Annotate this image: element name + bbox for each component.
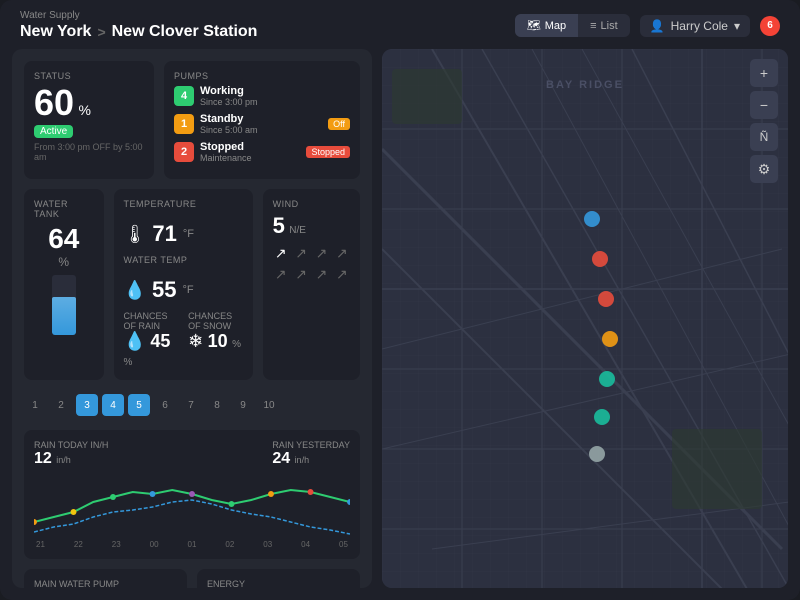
pump-working-info: Working Since 3:00 pm bbox=[200, 85, 258, 107]
map-icon: 🗺 bbox=[527, 19, 541, 32]
snow-chance: CHANCES OF SNOW ❄ 10 % bbox=[188, 311, 243, 370]
list-view-button[interactable]: ≡ List bbox=[578, 14, 630, 37]
rain-chart-svg bbox=[34, 472, 350, 542]
notification-badge[interactable]: 6 bbox=[760, 16, 780, 36]
wind-card: WIND 5 N/E ↗ ↗ ↗ ↗ ↗ ↗ ↗ ↗ bbox=[263, 189, 360, 380]
user-menu[interactable]: 👤 Harry Cole ▾ bbox=[640, 15, 750, 37]
pump-working-count: 4 bbox=[174, 86, 194, 106]
settings-map-button[interactable]: ⚙ bbox=[750, 155, 778, 183]
pump-stopped-badge: Stopped bbox=[306, 146, 350, 158]
map-view-button[interactable]: 🗺 Map bbox=[515, 14, 578, 37]
temp-row: 🌡 71 °F bbox=[124, 221, 243, 247]
pump-standby-row: 1 Standby Since 5:00 am Off bbox=[174, 113, 350, 135]
pump-standby-info: Standby Since 5:00 am bbox=[200, 113, 258, 135]
user-name: Harry Cole bbox=[671, 19, 728, 33]
tabs-row: 1 2 3 4 5 6 7 8 9 10 bbox=[24, 390, 360, 420]
top-right: 🗺 Map ≡ List 👤 Harry Cole ▾ 6 bbox=[515, 14, 780, 37]
rain-header: RAIN TODAY IN/H 12 in/h RAIN YESTERDAY 2… bbox=[34, 440, 350, 468]
pumps-label: PUMPS bbox=[174, 71, 350, 81]
chevron-down-icon: ▾ bbox=[734, 19, 740, 33]
wind-label: WIND bbox=[273, 199, 350, 209]
water-tank-card: WATER TANK 64 % bbox=[24, 189, 104, 380]
view-toggle: 🗺 Map ≡ List bbox=[515, 14, 630, 37]
zoom-out-button[interactable]: − bbox=[750, 91, 778, 119]
middle-section: WATER TANK 64 % TEMPERATURE 🌡 71 °F WA bbox=[24, 189, 360, 380]
water-temp-row: 💧 55 °F bbox=[124, 277, 243, 303]
rain-icon: 💧 bbox=[124, 331, 146, 351]
tab-8[interactable]: 8 bbox=[206, 394, 228, 416]
breadcrumb-location: New Clover Station bbox=[112, 23, 258, 41]
pump-stopped-count: 2 bbox=[174, 142, 194, 162]
water-temp-icon: 💧 bbox=[124, 280, 146, 301]
status-active-badge: Active bbox=[34, 125, 73, 138]
status-value-row: 60 % bbox=[34, 85, 144, 121]
tab-9[interactable]: 9 bbox=[232, 394, 254, 416]
rain-chance: CHANCES OF RAIN 💧 45 % bbox=[124, 311, 179, 370]
rain-yesterday-info: RAIN YESTERDAY 24 in/h bbox=[272, 440, 350, 468]
wind-arrow-5: ↗ bbox=[273, 266, 289, 283]
map-background: BAY RIDGE + − Ñ ⚙ bbox=[382, 49, 788, 588]
tab-5[interactable]: 5 bbox=[128, 394, 150, 416]
wind-arrow-6: ↗ bbox=[293, 266, 309, 283]
compass-button[interactable]: Ñ bbox=[750, 123, 778, 151]
top-bar: Water Supply New York > New Clover Stati… bbox=[0, 0, 800, 49]
status-pumps-row: STATUS 60 % Active From 3:00 pm OFF by 5… bbox=[24, 61, 360, 179]
user-avatar-icon: 👤 bbox=[650, 19, 665, 33]
pump-stopped-info: Stopped Maintenance bbox=[200, 141, 252, 163]
map-controls: + − Ñ ⚙ bbox=[750, 59, 778, 183]
tank-visual bbox=[52, 275, 76, 335]
bay-ridge-label: BAY RIDGE bbox=[546, 79, 624, 91]
weather-card: TEMPERATURE 🌡 71 °F WATER TEMP 💧 55 °F bbox=[114, 189, 253, 380]
tab-10[interactable]: 10 bbox=[258, 394, 280, 416]
energy-card: ENERGY ⚡ 125 MW bbox=[197, 569, 360, 588]
breadcrumb-city: New York bbox=[20, 23, 91, 41]
wind-arrow-7: ↗ bbox=[313, 266, 329, 283]
status-card: STATUS 60 % Active From 3:00 pm OFF by 5… bbox=[24, 61, 154, 179]
zoom-in-button[interactable]: + bbox=[750, 59, 778, 87]
chances-row: CHANCES OF RAIN 💧 45 % CHANCES OF SNOW ❄ bbox=[124, 311, 243, 370]
wind-arrow-3: ↗ bbox=[313, 245, 329, 262]
pump-card: MAIN WATER PUMP 〜〜 115 k/h bbox=[24, 569, 187, 588]
bottom-cards: MAIN WATER PUMP 〜〜 115 k/h ENERGY bbox=[24, 569, 360, 588]
wind-arrow-2: ↗ bbox=[293, 245, 309, 262]
breadcrumb-separator: > bbox=[97, 24, 105, 40]
map-panel: BAY RIDGE + − Ñ ⚙ bbox=[382, 49, 788, 588]
left-panel: STATUS 60 % Active From 3:00 pm OFF by 5… bbox=[12, 49, 372, 588]
tab-1[interactable]: 1 bbox=[24, 394, 46, 416]
wind-arrow-4: ↗ bbox=[334, 245, 350, 262]
wind-value-row: 5 N/E bbox=[273, 213, 350, 239]
map-streets-svg bbox=[382, 49, 788, 588]
tab-7[interactable]: 7 bbox=[180, 394, 202, 416]
pumps-card: PUMPS 4 Working Since 3:00 pm 1 Standby … bbox=[164, 61, 360, 179]
tab-3[interactable]: 3 bbox=[76, 394, 98, 416]
list-icon: ≡ bbox=[590, 20, 596, 32]
pump-working-label: Working bbox=[200, 85, 258, 97]
status-time: From 3:00 pm OFF by 5:00 am bbox=[34, 142, 144, 162]
app-container: Water Supply New York > New Clover Stati… bbox=[0, 0, 800, 600]
main-content: STATUS 60 % Active From 3:00 pm OFF by 5… bbox=[0, 49, 800, 600]
breadcrumb: New York > New Clover Station bbox=[20, 23, 257, 41]
snow-icon: ❄ bbox=[188, 331, 203, 351]
breadcrumb-area: Water Supply New York > New Clover Stati… bbox=[20, 10, 257, 41]
pump-working-row: 4 Working Since 3:00 pm bbox=[174, 85, 350, 107]
thermometer-icon: 🌡 bbox=[124, 224, 147, 245]
rain-today-info: RAIN TODAY IN/H 12 in/h bbox=[34, 440, 108, 468]
pump-stopped-row: 2 Stopped Maintenance Stopped bbox=[174, 141, 350, 163]
wind-arrow-8: ↗ bbox=[334, 266, 350, 283]
tab-2[interactable]: 2 bbox=[50, 394, 72, 416]
wind-arrows: ↗ ↗ ↗ ↗ ↗ ↗ ↗ ↗ bbox=[273, 245, 350, 283]
app-label: Water Supply bbox=[20, 10, 257, 21]
wind-arrow-1: ↗ bbox=[273, 245, 289, 262]
pump-standby-count: 1 bbox=[174, 114, 194, 134]
rain-chart-section: RAIN TODAY IN/H 12 in/h RAIN YESTERDAY 2… bbox=[24, 430, 360, 559]
status-number: 60 bbox=[34, 82, 74, 123]
tab-6[interactable]: 6 bbox=[154, 394, 176, 416]
rain-chart-area bbox=[34, 472, 350, 542]
status-label: STATUS bbox=[34, 71, 144, 81]
tab-4[interactable]: 4 bbox=[102, 394, 124, 416]
pump-standby-badge: Off bbox=[328, 118, 350, 130]
